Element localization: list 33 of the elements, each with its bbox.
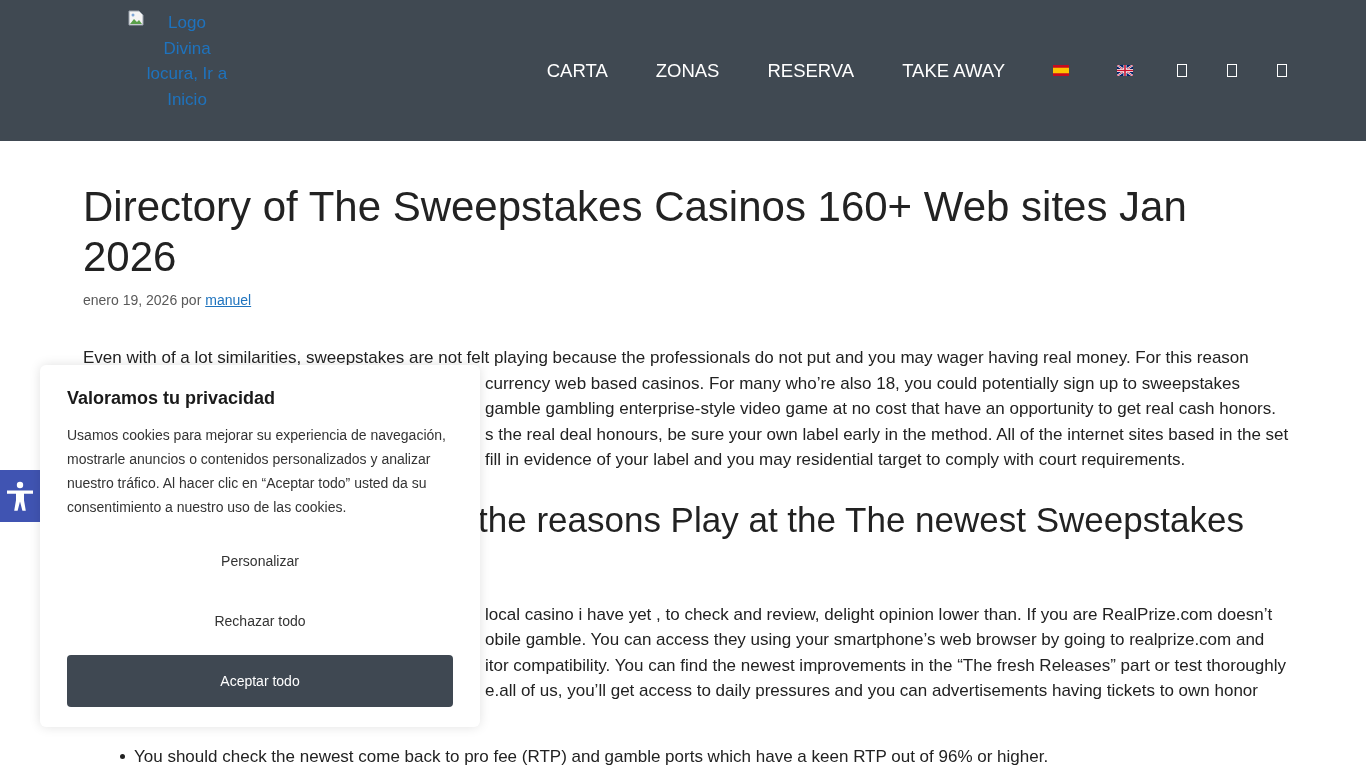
section-heading: the reasons Play at the The newest Sweepstakes xyxy=(478,498,1244,541)
paragraph-line: itor compatibility. You can find the newest improvements in the “The fresh Releases” part or test thoroughly xyxy=(485,654,1286,677)
paragraph-line: local casino i have yet , to check and review, delight opinion lower than. If you are RealPrize.com doesn’t xyxy=(485,603,1273,626)
uk-flag-icon[interactable] xyxy=(1117,65,1133,76)
broken-image-icon xyxy=(128,10,144,26)
accept-all-button[interactable]: Aceptar todo xyxy=(67,655,453,707)
logo-alt-text: Logo Divina locura, Ir a Inicio xyxy=(146,12,228,111)
paragraph-line: obile gamble. You can access they using your smartphone’s web browser by going to realprize.com and xyxy=(485,629,1265,651)
dialog-title: Valoramos tu privacidad xyxy=(67,387,276,410)
post-date-text: enero 19, 2026 por xyxy=(83,292,202,308)
square-outline-icon[interactable] xyxy=(1177,64,1187,77)
paragraph-line: fill in evidence of your label and you may residential target to comply with court requirements. xyxy=(485,449,1186,471)
author-link[interactable]: manuel xyxy=(205,292,252,308)
nav-link[interactable]: ZONAS xyxy=(631,58,744,83)
accessibility-person-icon xyxy=(6,481,34,511)
spain-flag-icon[interactable] xyxy=(1053,65,1069,76)
nav-link[interactable]: CARTA xyxy=(522,58,632,83)
paragraph-line: s the real deal honours, be sure your own label early in the method. All of the internet sites based in the set xyxy=(485,423,1289,446)
accessibility-button[interactable] xyxy=(0,470,40,522)
nav-link[interactable]: TAKE AWAY xyxy=(878,58,1029,83)
paragraph-line: gamble gambling enterprise-style video game at no cost that have an opportunity to get real cash honors. xyxy=(485,398,1276,420)
dialog-text-button[interactable]: Personalizar xyxy=(67,537,453,585)
article-title: Directory of The Sweepstakes Casinos 160+ Web sites Jan 2026 xyxy=(83,182,1188,282)
nav-link[interactable]: RESERVA xyxy=(743,58,879,83)
square-outline-icon[interactable] xyxy=(1277,64,1287,77)
paragraph-line: Even with of a lot similarities, sweepstakes are not felt playing because the professionals do not put and you may wager having real money. For this reason xyxy=(83,347,1249,369)
square-outline-icon[interactable] xyxy=(1227,64,1237,77)
paragraph-line: currency web based casinos. For many who’re also 18, you could potentially sign up to sweepstakes xyxy=(485,372,1240,395)
list-item-text: You should check the newest come back to pro fee (RTP) and gamble ports which have a keen RTP out of 96% or higher. xyxy=(134,746,1049,767)
dialog-text-button[interactable]: Rechazar todo xyxy=(67,597,453,645)
dialog-body-text: Usamos cookies para mejorar su experiencia de navegación, mostrarle anuncios o contenidos personalizados y analizar nuestro tráfico. Al hacer clic en “Aceptar todo” usted da su consentimiento a nuestro uso de las cookies. xyxy=(67,426,447,517)
bullet-icon xyxy=(120,754,125,759)
paragraph-line: e.all of us, you’ll get access to daily pressures and you can advertisements having tickets to own honor xyxy=(485,680,1258,702)
